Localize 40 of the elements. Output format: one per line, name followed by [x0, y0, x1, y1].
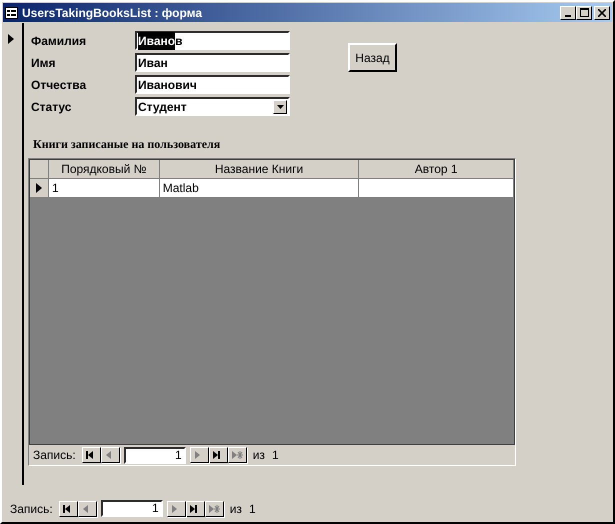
record-count-label: из [230, 500, 242, 518]
input-field[interactable]: Иван [135, 53, 290, 72]
last-record-button[interactable] [208, 447, 228, 463]
window-title: UsersTakingBooksList : форма [22, 4, 202, 22]
column-header[interactable]: Порядковый № [48, 160, 160, 179]
back-button[interactable]: Назад [348, 43, 397, 72]
close-button[interactable] [594, 6, 610, 20]
field-label: Имя [31, 54, 57, 72]
column-header[interactable]: Название Книги [160, 160, 360, 179]
record-total: 1 [272, 447, 279, 464]
dropdown-field[interactable]: Студент [135, 97, 290, 116]
input-field[interactable]: Иванович [135, 75, 290, 94]
subform-caption: Книги записаные на пользователя [33, 136, 222, 153]
table-cell: Matlab [160, 179, 360, 198]
dropdown-button[interactable] [273, 100, 287, 114]
field-label: Фамилия [31, 32, 88, 50]
column-header[interactable]: Автор 1 [359, 160, 514, 179]
new-record-icon [208, 504, 220, 512]
field-label: Статус [31, 98, 72, 116]
new-record-icon [232, 451, 243, 459]
last-record-button[interactable] [186, 500, 205, 516]
caret-icon [276, 104, 284, 108]
record-number-field[interactable]: 1 [100, 500, 163, 517]
record-number-field[interactable]: 1 [124, 446, 186, 464]
row-selector[interactable] [30, 179, 49, 198]
maximize-icon [580, 8, 588, 17]
record-label: Запись: [10, 500, 53, 518]
form-icon [5, 6, 18, 18]
input-field[interactable]: Иванов [135, 31, 290, 50]
minimize-button[interactable] [560, 6, 576, 20]
first-record-button[interactable] [58, 500, 78, 516]
record-count-label: из [252, 447, 265, 464]
record-total: 1 [248, 500, 256, 518]
maximize-button[interactable] [576, 6, 592, 20]
first-record-button[interactable] [82, 447, 101, 463]
minimize-icon [565, 14, 571, 16]
field-label: Отчества [31, 76, 88, 94]
close-icon [598, 8, 606, 16]
record-label: Запись: [33, 447, 76, 464]
table-cell: 1 [48, 179, 160, 198]
